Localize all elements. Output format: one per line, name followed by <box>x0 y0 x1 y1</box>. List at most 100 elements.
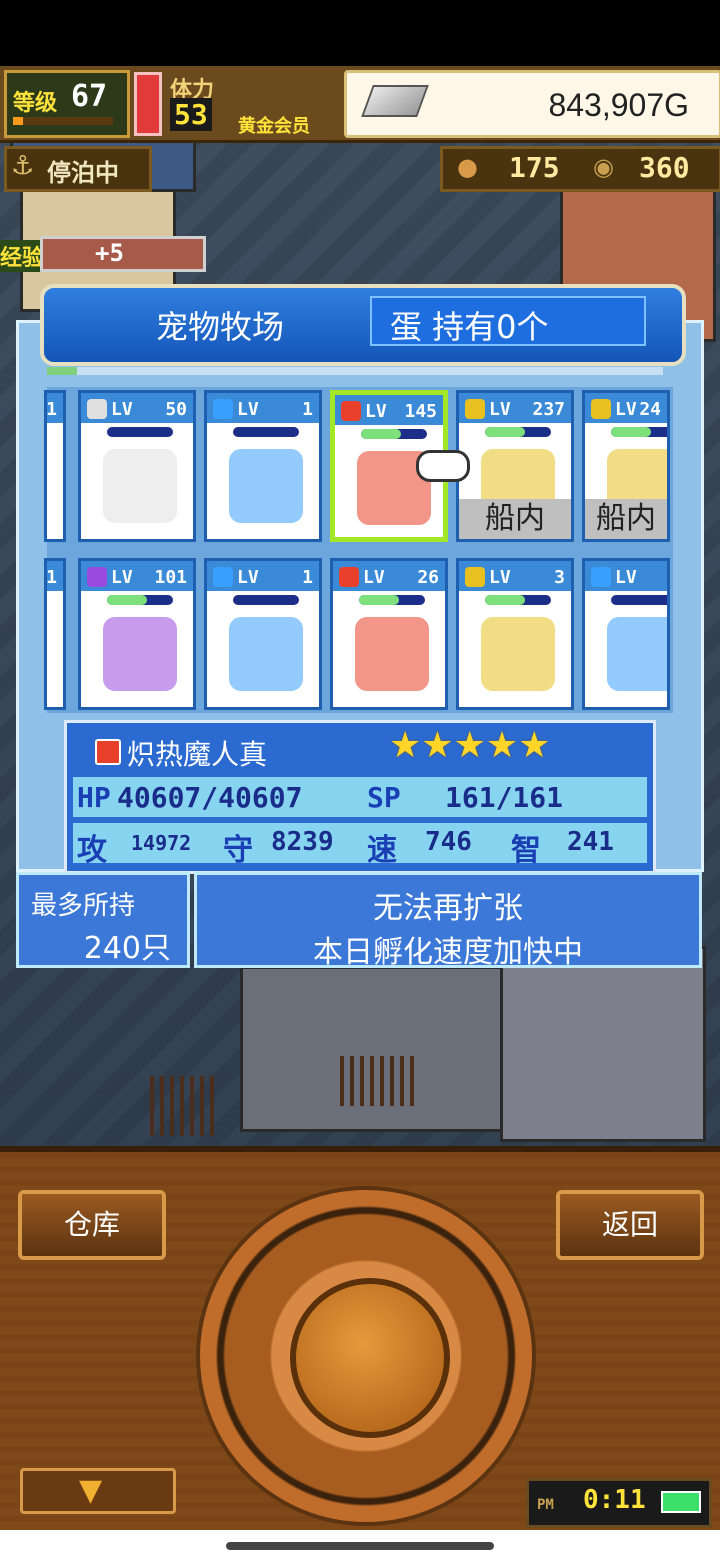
water-element-icon <box>213 399 233 419</box>
slot-level: 145 <box>404 401 437 422</box>
stone-wall <box>500 946 706 1142</box>
slot-hp-bar <box>233 427 299 437</box>
monster-sprite <box>103 617 177 691</box>
home-indicator[interactable] <box>226 1542 494 1550</box>
slot-level: 1 <box>46 399 57 420</box>
back-button[interactable]: 返回 <box>556 1190 704 1260</box>
sp-label: SP <box>367 781 401 814</box>
capacity-box: 最多所持 240只 <box>16 872 190 968</box>
pet-slot[interactable]: 1 <box>44 390 66 542</box>
pet-slot[interactable]: LV <box>582 558 670 710</box>
pet-slot[interactable]: 101 LV <box>78 558 196 710</box>
pet-slot[interactable]: 1 LV <box>204 558 322 710</box>
slot-hp-bar <box>485 427 551 437</box>
slot-level: 1 <box>46 567 57 588</box>
ranch-header: 宠物牧场 蛋 持有0个 <box>40 284 686 366</box>
atk-label: 攻 <box>77 833 107 868</box>
status-bar <box>0 0 720 66</box>
resource-bar: ● 175 ◉ 360 <box>440 146 720 192</box>
docked-badge: ⚓ 停泊中 <box>4 146 152 192</box>
int-value: 241 <box>567 827 614 857</box>
stats-row: 攻 14972 守 8239 速 746 智 241 <box>73 823 647 868</box>
water-element-icon <box>591 567 611 587</box>
docked-label: 停泊中 <box>47 159 119 187</box>
notice-line2: 本日孵化速度加快中 <box>313 935 583 970</box>
triangle-down-icon: ▼ <box>79 1473 103 1508</box>
egg-count-box: 蛋 持有0个 <box>370 296 646 346</box>
slot-level-label: LV <box>615 567 637 588</box>
atk-value: 14972 <box>131 831 192 855</box>
notice-box: 无法再扩张 本日孵化速度加快中 <box>194 872 702 970</box>
slot-level: 50 <box>165 399 187 420</box>
star-icon: ★ <box>453 725 486 766</box>
slot-hp-bar <box>359 595 425 605</box>
monster-sprite <box>229 449 303 523</box>
capacity-value: 240只 <box>83 931 171 966</box>
slot-level: 26 <box>417 567 439 588</box>
slot-level-label: LV <box>363 567 385 588</box>
star-icon: ★ <box>421 725 454 766</box>
dark-element-icon <box>87 567 107 587</box>
pet-slot[interactable]: 1 <box>44 558 66 710</box>
rarity-stars: ★★★★★ <box>389 725 550 766</box>
slot-level-label: LV <box>615 399 637 420</box>
thunder-element-icon <box>465 399 485 419</box>
def-label: 守 <box>223 833 253 868</box>
sp-value: 161/161 <box>445 781 564 814</box>
gold-amount: 843,907G <box>548 87 689 123</box>
exp-bar: +5 <box>40 236 206 272</box>
egg-count: 蛋 持有0个 <box>390 308 549 346</box>
slot-level-label: LV <box>489 399 511 420</box>
monster-sprite <box>103 449 177 523</box>
ranch-title: 宠物牧场 <box>156 308 285 346</box>
slot-hp-bar <box>361 429 427 439</box>
capacity-label: 最多所持 <box>31 891 136 921</box>
slot-hp-bar <box>611 427 667 437</box>
pet-slot[interactable]: 3 LV <box>456 558 574 710</box>
pet-name: 炽热魔人真 <box>127 738 268 771</box>
pet-slot[interactable]: 1 LV <box>204 390 322 542</box>
pet-slot[interactable]: 50 LV <box>78 390 196 542</box>
clock-ampm: PM <box>537 1497 554 1513</box>
slot-location-label: 船内 <box>585 499 667 539</box>
fence <box>340 1056 420 1106</box>
battery-icon <box>661 1491 701 1513</box>
slot-level: 1 <box>302 567 313 588</box>
member-label: 黄金会员 <box>238 116 310 137</box>
slot-hp-bar <box>233 595 299 605</box>
slot-level-label: LV <box>365 401 387 422</box>
food-count: 175 <box>509 151 560 184</box>
slot-location-label: 船内 <box>459 499 571 539</box>
fire-element-icon <box>341 401 361 421</box>
dial-center-button[interactable] <box>290 1278 450 1438</box>
anchor-icon: ⚓ <box>11 151 35 181</box>
slot-level: 237 <box>532 399 565 420</box>
silver-bar-icon <box>361 85 429 117</box>
level-value: 67 <box>71 79 108 114</box>
pet-slot[interactable]: 237 LV 船内 <box>456 390 574 542</box>
slot-level-label: LV <box>111 567 133 588</box>
int-label: 智 <box>511 833 541 868</box>
spd-value: 746 <box>425 827 472 857</box>
slot-level-label: LV <box>489 567 511 588</box>
slot-hp-bar <box>107 595 173 605</box>
warehouse-button[interactable]: 仓库 <box>18 1190 166 1260</box>
food-icon: ● <box>457 153 478 181</box>
def-value: 8239 <box>271 827 334 857</box>
star-icon: ★ <box>485 725 519 766</box>
fence <box>150 1076 220 1136</box>
clock-panel: PM 0:11 <box>526 1478 712 1528</box>
clock-time: 0:11 <box>583 1485 646 1515</box>
white-element-icon <box>87 399 107 419</box>
menu-toggle-button[interactable]: ▼ <box>20 1468 176 1514</box>
pet-slot[interactable]: 26 LV <box>330 558 448 710</box>
thunder-element-icon <box>465 567 485 587</box>
pet-slot[interactable]: 24 LV 船内 <box>582 390 670 542</box>
gold-panel: 843,907G <box>344 70 720 138</box>
stamina-gauge <box>134 72 162 136</box>
slot-hp-bar <box>611 595 667 605</box>
scroll-thumb[interactable] <box>47 367 77 375</box>
slot-level-label: LV <box>237 399 259 420</box>
slot-level-label: LV <box>237 567 259 588</box>
notice-line1: 无法再扩张 <box>373 891 523 926</box>
